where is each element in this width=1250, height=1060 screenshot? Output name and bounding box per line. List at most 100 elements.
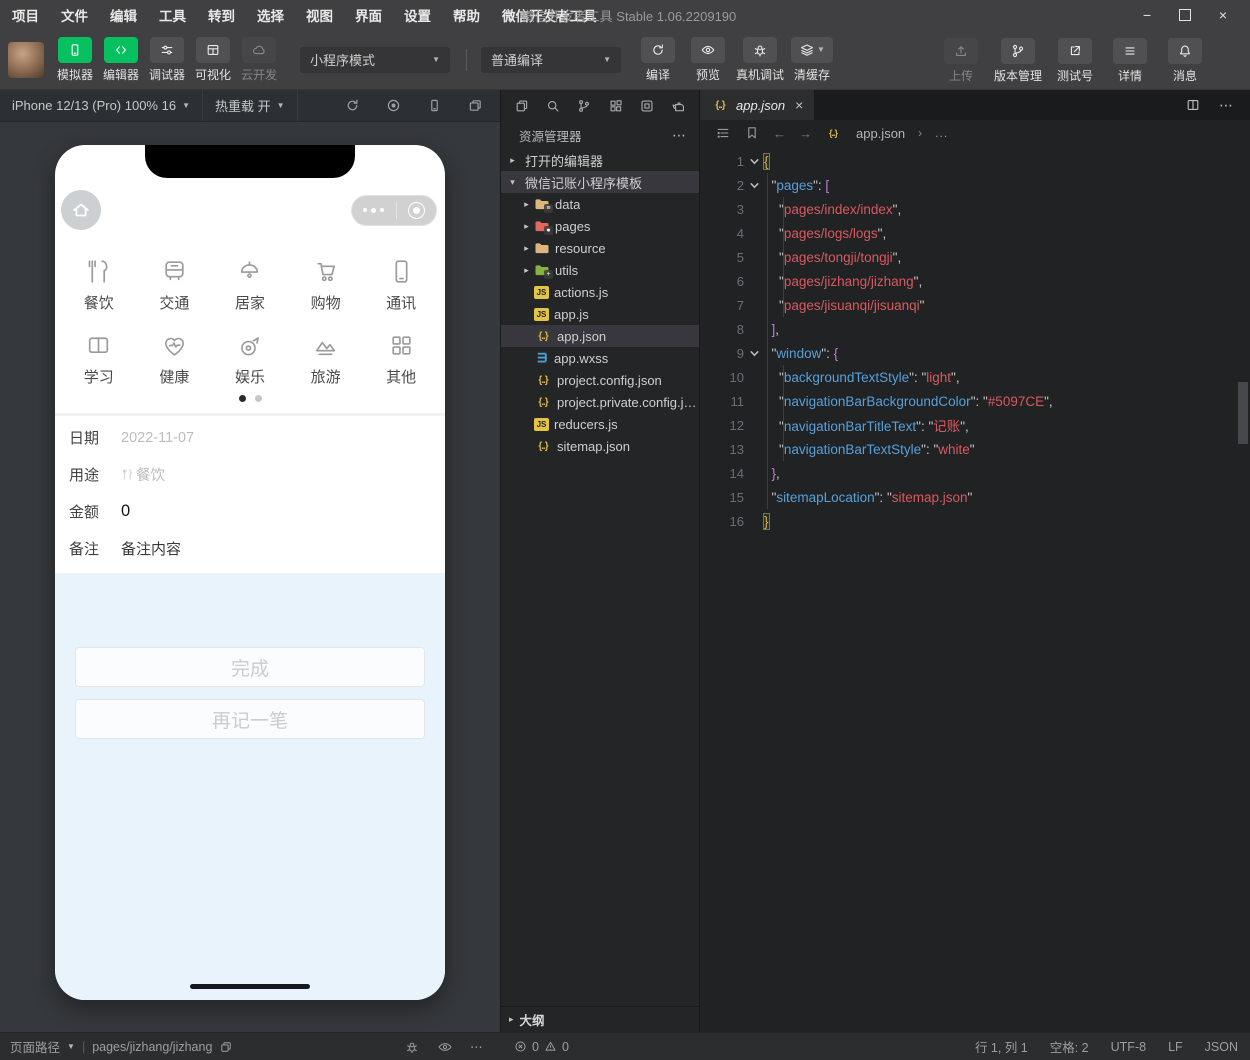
category-home-life[interactable]: 居家	[212, 257, 288, 313]
breadcrumb-more[interactable]: ...	[935, 126, 948, 140]
bookmark-icon[interactable]	[744, 125, 760, 141]
page-path-label[interactable]: 页面路径	[10, 1037, 60, 1056]
menu-item[interactable]: 项目	[12, 5, 39, 25]
menu-item[interactable]: 界面	[355, 5, 382, 25]
avatar[interactable]	[8, 41, 44, 78]
record-icon[interactable]	[385, 97, 402, 114]
extensions-icon[interactable]	[608, 98, 624, 114]
more-icon[interactable]: ⋯	[1219, 97, 1234, 114]
hot-reload-toggle[interactable]: 热重载 开 ▼	[203, 90, 298, 121]
exit-icon[interactable]	[407, 201, 425, 219]
action-button[interactable]: 再记一笔	[75, 699, 425, 739]
files-icon[interactable]	[514, 98, 530, 114]
category-shopping[interactable]: 购物	[288, 257, 364, 313]
outline-section[interactable]: ▸ 大纲	[501, 1006, 699, 1032]
problems-indicator[interactable]: 0 0	[514, 1033, 569, 1060]
menu-item[interactable]: 转到	[208, 5, 235, 25]
模拟器-button[interactable]: 模拟器	[52, 36, 98, 83]
rotate-icon[interactable]	[344, 97, 361, 114]
menu-item[interactable]: 设置	[404, 5, 431, 25]
真机调试-button[interactable]: 真机调试	[735, 36, 785, 83]
fold-arrow[interactable]	[744, 348, 764, 359]
编译-button[interactable]: 编译	[635, 36, 681, 83]
form-row-金额[interactable]: 金额 0	[55, 493, 445, 530]
tree-item[interactable]: JS actions.js	[501, 281, 699, 303]
breadcrumb-file[interactable]: app.json	[856, 126, 905, 141]
eye-icon[interactable]	[437, 1039, 453, 1055]
menu-item[interactable]: 工具	[159, 5, 186, 25]
云开发-button[interactable]: 云开发	[236, 36, 282, 83]
form-row-日期[interactable]: 日期 2022-11-07	[55, 419, 445, 456]
清缓存-button[interactable]: ▼ 清缓存	[789, 36, 835, 83]
bug-icon[interactable]	[404, 1039, 420, 1055]
menu-item[interactable]: 选择	[257, 5, 284, 25]
search-icon[interactable]	[545, 98, 561, 114]
status-item[interactable]: 行 1, 列 1	[975, 1037, 1028, 1056]
category-health[interactable]: 健康	[137, 331, 213, 387]
close-icon[interactable]: ×	[1204, 1, 1242, 29]
windows-icon[interactable]	[467, 97, 484, 114]
more-icon[interactable]	[363, 207, 385, 213]
详情-button[interactable]: 详情	[1107, 38, 1153, 84]
menu-capsule[interactable]	[351, 194, 437, 226]
tree-item[interactable]: ▸ resource	[501, 237, 699, 259]
more-actions-icon[interactable]: ⋯	[672, 127, 687, 144]
tree-item[interactable]: JS reducers.js	[501, 413, 699, 435]
tab-app-json[interactable]: {..} app.json ×	[700, 90, 815, 120]
maximize-icon[interactable]	[1166, 1, 1204, 29]
device-selector[interactable]: iPhone 12/13 (Pro) 100% 16 ▼	[0, 90, 203, 121]
fold-arrow[interactable]	[744, 156, 764, 167]
category-telecom[interactable]: 通讯	[363, 257, 439, 313]
status-item[interactable]: JSON	[1205, 1040, 1238, 1054]
category-travel[interactable]: 旅游	[288, 331, 364, 387]
tree-item[interactable]: ▾ 微信记账小程序模板	[501, 171, 699, 193]
menu-item[interactable]: 视图	[306, 5, 333, 25]
teapot-icon[interactable]	[670, 98, 686, 114]
tree-item[interactable]: {..} app.json	[501, 325, 699, 347]
tree-item[interactable]: ▸ + utils	[501, 259, 699, 281]
category-others[interactable]: 其他	[363, 331, 439, 387]
tree-item[interactable]: {..} project.config.json	[501, 369, 699, 391]
tree-item[interactable]: app.wxss	[501, 347, 699, 369]
copy-icon[interactable]	[219, 1040, 233, 1054]
tree-item[interactable]: ▸ ● pages	[501, 215, 699, 237]
forward-icon[interactable]: →	[799, 126, 812, 141]
form-row-备注[interactable]: 备注 备注内容	[55, 530, 445, 567]
调试器-button[interactable]: 调试器	[144, 36, 190, 83]
上传-button[interactable]: 上传	[938, 38, 984, 84]
widget-icon[interactable]	[639, 98, 655, 114]
消息-button[interactable]: 消息	[1162, 38, 1208, 84]
menu-item[interactable]: 编辑	[110, 5, 137, 25]
action-button[interactable]: 完成	[75, 647, 425, 687]
scrollbar[interactable]	[1238, 382, 1248, 444]
category-study[interactable]: 学习	[61, 331, 137, 387]
tree-item[interactable]: {..} project.private.config.js...	[501, 391, 699, 413]
版本管理-button[interactable]: 版本管理	[993, 38, 1043, 84]
status-item[interactable]: UTF-8	[1111, 1040, 1146, 1054]
category-transport[interactable]: 交通	[137, 257, 213, 313]
编辑器-button[interactable]: 编辑器	[98, 36, 144, 83]
category-entertainment[interactable]: 娱乐	[212, 331, 288, 387]
device-icon[interactable]	[426, 97, 443, 114]
tree-item[interactable]: ▸ 打开的编辑器	[501, 149, 699, 171]
tree-item[interactable]: ▸ ≡ data	[501, 193, 699, 215]
测试号-button[interactable]: 测试号	[1052, 38, 1098, 84]
more-icon[interactable]: ⋯	[470, 1039, 483, 1054]
compile-mode-dropdown[interactable]: 普通编译 ▼	[481, 46, 621, 73]
status-item[interactable]: LF	[1168, 1040, 1183, 1054]
fold-arrow[interactable]	[744, 180, 764, 191]
minimize-icon[interactable]: −	[1128, 1, 1166, 29]
home-button[interactable]	[61, 190, 101, 230]
category-food[interactable]: 餐饮	[61, 257, 137, 313]
form-row-用途[interactable]: 用途 餐饮	[55, 456, 445, 493]
outline-list-icon[interactable]	[715, 125, 731, 141]
mode-dropdown[interactable]: 小程序模式 ▼	[300, 46, 450, 73]
tree-item[interactable]: JS app.js	[501, 303, 699, 325]
status-item[interactable]: 空格: 2	[1050, 1037, 1089, 1056]
可视化-button[interactable]: 可视化	[190, 36, 236, 83]
预览-button[interactable]: 预览	[685, 36, 731, 83]
tree-item[interactable]: {..} sitemap.json	[501, 435, 699, 457]
menu-item[interactable]: 帮助	[453, 5, 480, 25]
split-editor-icon[interactable]	[1185, 97, 1201, 113]
close-icon[interactable]: ×	[795, 97, 803, 113]
